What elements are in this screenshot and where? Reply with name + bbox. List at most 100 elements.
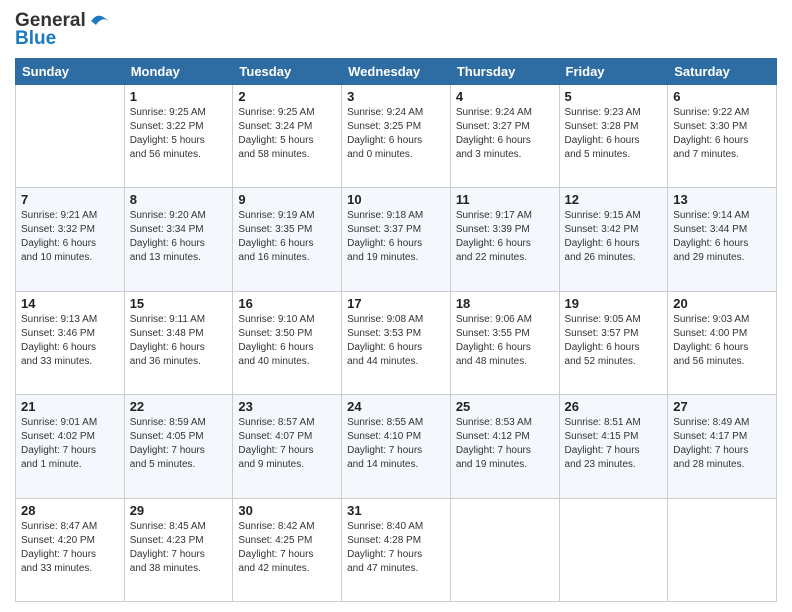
calendar-header-wednesday: Wednesday bbox=[342, 59, 451, 85]
calendar-header-monday: Monday bbox=[124, 59, 233, 85]
calendar-header-friday: Friday bbox=[559, 59, 668, 85]
day-info: Sunrise: 9:01 AM Sunset: 4:02 PM Dayligh… bbox=[21, 416, 119, 472]
day-number: 21 bbox=[21, 399, 119, 414]
day-number: 16 bbox=[238, 296, 336, 311]
calendar-header-row: SundayMondayTuesdayWednesdayThursdayFrid… bbox=[16, 59, 777, 85]
day-info: Sunrise: 9:24 AM Sunset: 3:25 PM Dayligh… bbox=[347, 106, 445, 162]
calendar-week-row: 21 Sunrise: 9:01 AM Sunset: 4:02 PM Dayli… bbox=[16, 395, 777, 498]
calendar-cell: 14 Sunrise: 9:13 AM Sunset: 3:46 PM Dayli… bbox=[16, 291, 125, 394]
calendar-cell bbox=[668, 498, 777, 601]
day-info: Sunrise: 9:13 AM Sunset: 3:46 PM Dayligh… bbox=[21, 313, 119, 369]
calendar-cell: 26 Sunrise: 8:51 AM Sunset: 4:15 PM Dayli… bbox=[559, 395, 668, 498]
day-number: 7 bbox=[21, 192, 119, 207]
calendar-week-row: 1 Sunrise: 9:25 AM Sunset: 3:22 PM Daylig… bbox=[16, 85, 777, 188]
calendar-cell bbox=[450, 498, 559, 601]
calendar-header-thursday: Thursday bbox=[450, 59, 559, 85]
day-info: Sunrise: 9:14 AM Sunset: 3:44 PM Dayligh… bbox=[673, 209, 771, 265]
day-info: Sunrise: 8:57 AM Sunset: 4:07 PM Dayligh… bbox=[238, 416, 336, 472]
day-info: Sunrise: 8:47 AM Sunset: 4:20 PM Dayligh… bbox=[21, 520, 119, 576]
calendar-cell: 21 Sunrise: 9:01 AM Sunset: 4:02 PM Dayli… bbox=[16, 395, 125, 498]
calendar-cell: 16 Sunrise: 9:10 AM Sunset: 3:50 PM Dayli… bbox=[233, 291, 342, 394]
day-number: 2 bbox=[238, 89, 336, 104]
calendar-cell: 2Sunrise: 9:25 AM Sunset: 3:24 PM Daylig… bbox=[233, 85, 342, 188]
day-info: Sunrise: 8:45 AM Sunset: 4:23 PM Dayligh… bbox=[130, 520, 228, 576]
calendar-cell bbox=[559, 498, 668, 601]
header: General Blue bbox=[15, 10, 777, 50]
day-number: 15 bbox=[130, 296, 228, 311]
day-number: 14 bbox=[21, 296, 119, 311]
calendar-week-row: 7 Sunrise: 9:21 AM Sunset: 3:32 PM Daylig… bbox=[16, 188, 777, 291]
day-number: 10 bbox=[347, 192, 445, 207]
day-info: Sunrise: 8:49 AM Sunset: 4:17 PM Dayligh… bbox=[673, 416, 771, 472]
day-number: 11 bbox=[456, 192, 554, 207]
calendar-cell: 29 Sunrise: 8:45 AM Sunset: 4:23 PM Dayli… bbox=[124, 498, 233, 601]
day-number: 12 bbox=[565, 192, 663, 207]
day-info: Sunrise: 9:23 AM Sunset: 3:28 PM Dayligh… bbox=[565, 106, 663, 162]
day-number: 31 bbox=[347, 503, 445, 518]
calendar-cell: 13Sunrise: 9:14 AM Sunset: 3:44 PM Dayli… bbox=[668, 188, 777, 291]
day-number: 25 bbox=[456, 399, 554, 414]
day-info: Sunrise: 8:53 AM Sunset: 4:12 PM Dayligh… bbox=[456, 416, 554, 472]
day-info: Sunrise: 8:55 AM Sunset: 4:10 PM Dayligh… bbox=[347, 416, 445, 472]
day-info: Sunrise: 8:51 AM Sunset: 4:15 PM Dayligh… bbox=[565, 416, 663, 472]
calendar-week-row: 28 Sunrise: 8:47 AM Sunset: 4:20 PM Dayli… bbox=[16, 498, 777, 601]
day-number: 29 bbox=[130, 503, 228, 518]
day-info: Sunrise: 9:08 AM Sunset: 3:53 PM Dayligh… bbox=[347, 313, 445, 369]
day-info: Sunrise: 9:06 AM Sunset: 3:55 PM Dayligh… bbox=[456, 313, 554, 369]
calendar-header-sunday: Sunday bbox=[16, 59, 125, 85]
day-number: 17 bbox=[347, 296, 445, 311]
day-number: 5 bbox=[565, 89, 663, 104]
calendar-cell: 28 Sunrise: 8:47 AM Sunset: 4:20 PM Dayli… bbox=[16, 498, 125, 601]
day-number: 26 bbox=[565, 399, 663, 414]
calendar-cell: 22Sunrise: 8:59 AM Sunset: 4:05 PM Dayli… bbox=[124, 395, 233, 498]
day-number: 6 bbox=[673, 89, 771, 104]
day-number: 20 bbox=[673, 296, 771, 311]
day-number: 4 bbox=[456, 89, 554, 104]
calendar-cell: 24 Sunrise: 8:55 AM Sunset: 4:10 PM Dayli… bbox=[342, 395, 451, 498]
calendar-week-row: 14 Sunrise: 9:13 AM Sunset: 3:46 PM Dayli… bbox=[16, 291, 777, 394]
day-info: Sunrise: 9:21 AM Sunset: 3:32 PM Dayligh… bbox=[21, 209, 119, 265]
day-number: 1 bbox=[130, 89, 228, 104]
calendar-cell: 9Sunrise: 9:19 AM Sunset: 3:35 PM Daylig… bbox=[233, 188, 342, 291]
calendar-table: SundayMondayTuesdayWednesdayThursdayFrid… bbox=[15, 58, 777, 602]
day-info: Sunrise: 9:18 AM Sunset: 3:37 PM Dayligh… bbox=[347, 209, 445, 265]
day-info: Sunrise: 9:15 AM Sunset: 3:42 PM Dayligh… bbox=[565, 209, 663, 265]
day-number: 19 bbox=[565, 296, 663, 311]
day-info: Sunrise: 9:03 AM Sunset: 4:00 PM Dayligh… bbox=[673, 313, 771, 369]
logo: General Blue bbox=[15, 10, 112, 50]
calendar-cell: 8 Sunrise: 9:20 AM Sunset: 3:34 PM Daylig… bbox=[124, 188, 233, 291]
day-number: 18 bbox=[456, 296, 554, 311]
calendar-cell: 12 Sunrise: 9:15 AM Sunset: 3:42 PM Dayli… bbox=[559, 188, 668, 291]
day-info: Sunrise: 9:11 AM Sunset: 3:48 PM Dayligh… bbox=[130, 313, 228, 369]
day-info: Sunrise: 9:17 AM Sunset: 3:39 PM Dayligh… bbox=[456, 209, 554, 265]
day-info: Sunrise: 9:20 AM Sunset: 3:34 PM Dayligh… bbox=[130, 209, 228, 265]
calendar-cell: 18 Sunrise: 9:06 AM Sunset: 3:55 PM Dayli… bbox=[450, 291, 559, 394]
day-info: Sunrise: 9:22 AM Sunset: 3:30 PM Dayligh… bbox=[673, 106, 771, 162]
day-number: 24 bbox=[347, 399, 445, 414]
day-number: 28 bbox=[21, 503, 119, 518]
calendar-cell: 15 Sunrise: 9:11 AM Sunset: 3:48 PM Dayli… bbox=[124, 291, 233, 394]
calendar-cell: 10 Sunrise: 9:18 AM Sunset: 3:37 PM Dayli… bbox=[342, 188, 451, 291]
day-number: 23 bbox=[238, 399, 336, 414]
day-number: 8 bbox=[130, 192, 228, 207]
day-info: Sunrise: 8:40 AM Sunset: 4:28 PM Dayligh… bbox=[347, 520, 445, 576]
day-info: Sunrise: 8:59 AM Sunset: 4:05 PM Dayligh… bbox=[130, 416, 228, 472]
calendar-cell: 5 Sunrise: 9:23 AM Sunset: 3:28 PM Daylig… bbox=[559, 85, 668, 188]
calendar-cell: 25 Sunrise: 8:53 AM Sunset: 4:12 PM Dayli… bbox=[450, 395, 559, 498]
calendar-cell: 6 Sunrise: 9:22 AM Sunset: 3:30 PM Daylig… bbox=[668, 85, 777, 188]
day-info: Sunrise: 9:25 AM Sunset: 3:22 PM Dayligh… bbox=[130, 106, 228, 162]
day-info: Sunrise: 9:10 AM Sunset: 3:50 PM Dayligh… bbox=[238, 313, 336, 369]
calendar-cell: 19Sunrise: 9:05 AM Sunset: 3:57 PM Dayli… bbox=[559, 291, 668, 394]
calendar-header-tuesday: Tuesday bbox=[233, 59, 342, 85]
calendar-cell: 17 Sunrise: 9:08 AM Sunset: 3:53 PM Dayli… bbox=[342, 291, 451, 394]
calendar-cell bbox=[16, 85, 125, 188]
calendar-cell: 20 Sunrise: 9:03 AM Sunset: 4:00 PM Dayli… bbox=[668, 291, 777, 394]
calendar-cell: 7 Sunrise: 9:21 AM Sunset: 3:32 PM Daylig… bbox=[16, 188, 125, 291]
day-number: 3 bbox=[347, 89, 445, 104]
calendar-cell: 31 Sunrise: 8:40 AM Sunset: 4:28 PM Dayli… bbox=[342, 498, 451, 601]
day-info: Sunrise: 9:19 AM Sunset: 3:35 PM Dayligh… bbox=[238, 209, 336, 265]
calendar-cell: 3 Sunrise: 9:24 AM Sunset: 3:25 PM Daylig… bbox=[342, 85, 451, 188]
calendar-cell: 30Sunrise: 8:42 AM Sunset: 4:25 PM Dayli… bbox=[233, 498, 342, 601]
calendar-cell: 11 Sunrise: 9:17 AM Sunset: 3:39 PM Dayli… bbox=[450, 188, 559, 291]
calendar-header-saturday: Saturday bbox=[668, 59, 777, 85]
